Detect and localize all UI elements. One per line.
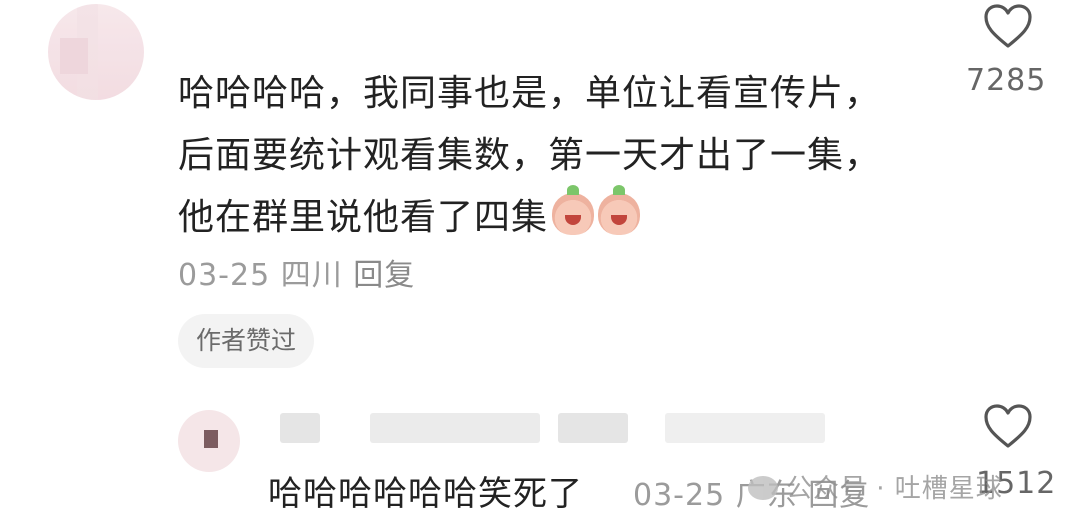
commenter-name-redacted [558, 413, 628, 443]
commenter-name-redacted [280, 413, 320, 443]
like-count: 7285 [966, 63, 1047, 98]
commenter-avatar[interactable] [48, 4, 144, 100]
comment-body: 哈哈哈哈哈哈笑死了 [268, 474, 583, 514]
commenter-name-redacted [665, 413, 825, 443]
author-liked-badge: 作者赞过 [178, 314, 315, 368]
commenter-name-redacted [370, 413, 540, 443]
comment-date: 03-25 [633, 478, 726, 513]
comment-body: 哈哈哈哈，我同事也是，单位让看宣传片， 后面要统计观看集数，第一天才出了一集， … [178, 73, 882, 238]
wechat-logo-icon [748, 476, 778, 500]
crying-laughing-emoji-icon [552, 185, 595, 235]
comment-location: 四川 [280, 258, 343, 293]
commenter-avatar[interactable] [178, 410, 240, 472]
crying-laughing-emoji-icon [598, 185, 641, 235]
heart-outline-icon[interactable] [983, 403, 1033, 449]
comment-meta: 03-25 四川 回复 [178, 250, 415, 294]
reply-button[interactable]: 回复 [353, 258, 415, 293]
comment-date: 03-25 [178, 258, 271, 293]
heart-outline-icon[interactable] [983, 3, 1033, 49]
watermark: 公众号 · 吐槽星球 [748, 468, 1003, 505]
